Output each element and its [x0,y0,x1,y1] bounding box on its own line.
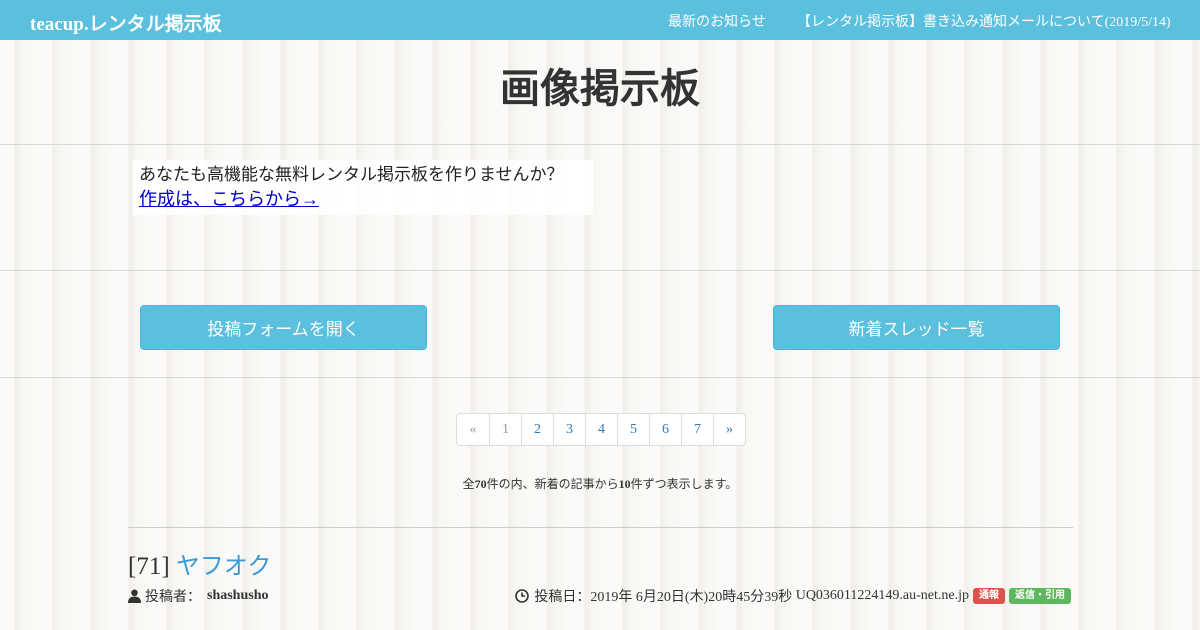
brand-link[interactable]: teacup.レンタル掲示板 [30,9,222,36]
report-button[interactable]: 通報 [973,588,1005,604]
pagination-prev[interactable]: « [457,414,489,445]
reply-quote-button[interactable]: 返信・引用 [1009,588,1071,604]
divider [0,377,1200,378]
post-count-summary: 全70件の内、新着の記事から10件ずつ表示します。 [0,475,1200,492]
post-meta: 投稿日： 2019年 6月20日(木)20時45分39秒 UQ0360112241… [515,586,1071,606]
date-label: 投稿日： [534,590,591,605]
user-icon [128,589,141,603]
new-threads-button[interactable]: 新着スレッド一覧 [773,305,1060,350]
create-board-link[interactable]: 作成は、こちらから→ [139,187,319,211]
pagination-page-2[interactable]: 2 [521,414,553,445]
post-number: [71] [128,553,170,580]
pagination-next[interactable]: » [713,414,745,445]
pagination-page-6[interactable]: 6 [649,414,681,445]
summary-suffix: 件ずつ表示します。 [630,477,738,491]
open-post-form-button[interactable]: 投稿フォームを開く [140,305,427,350]
divider [0,270,1200,271]
pagination-page-5[interactable]: 5 [617,414,649,445]
pagination-page-7[interactable]: 7 [681,414,713,445]
summary-middle: 件の内、新着の記事から [486,477,619,491]
pagination-page-1[interactable]: 1 [489,414,521,445]
notice-link[interactable]: 【レンタル掲示板】書き込み通知メールについて(2019/5/14) [797,11,1171,31]
post-subject-link[interactable]: ヤフオク [176,552,272,580]
promo-box: あなたも高機能な無料レンタル掲示板を作りませんか？ 作成は、こちらから→ [133,160,593,215]
clock-icon [515,589,530,603]
summary-per-page: 10 [618,477,631,491]
post-divider [128,527,1073,528]
latest-news-link[interactable]: 最新のお知らせ [668,11,766,31]
author-label: 投稿者： [145,590,201,605]
top-navbar: teacup.レンタル掲示板 最新のお知らせ 【レンタル掲示板】書き込み通知メー… [0,0,1200,40]
summary-prefix: 全 [462,477,475,491]
post-author: 投稿者： shashusho [128,586,269,606]
pagination-page-4[interactable]: 4 [585,414,617,445]
post-date: 2019年 6月20日(木)20時45分39秒 [590,590,793,605]
post-host: UQ036011224149.au-net.ne.jp [795,588,969,603]
pagination-page-3[interactable]: 3 [553,414,585,445]
post-heading: [71] ヤフオク [128,546,271,581]
promo-text: あなたも高機能な無料レンタル掲示板を作りませんか？ [139,165,564,185]
author-name: shashusho [207,588,269,603]
page-title: 画像掲示板 [500,66,700,112]
summary-total: 70 [474,477,487,491]
divider [0,144,1200,145]
pagination: « 1 2 3 4 5 6 7 » [456,413,746,446]
